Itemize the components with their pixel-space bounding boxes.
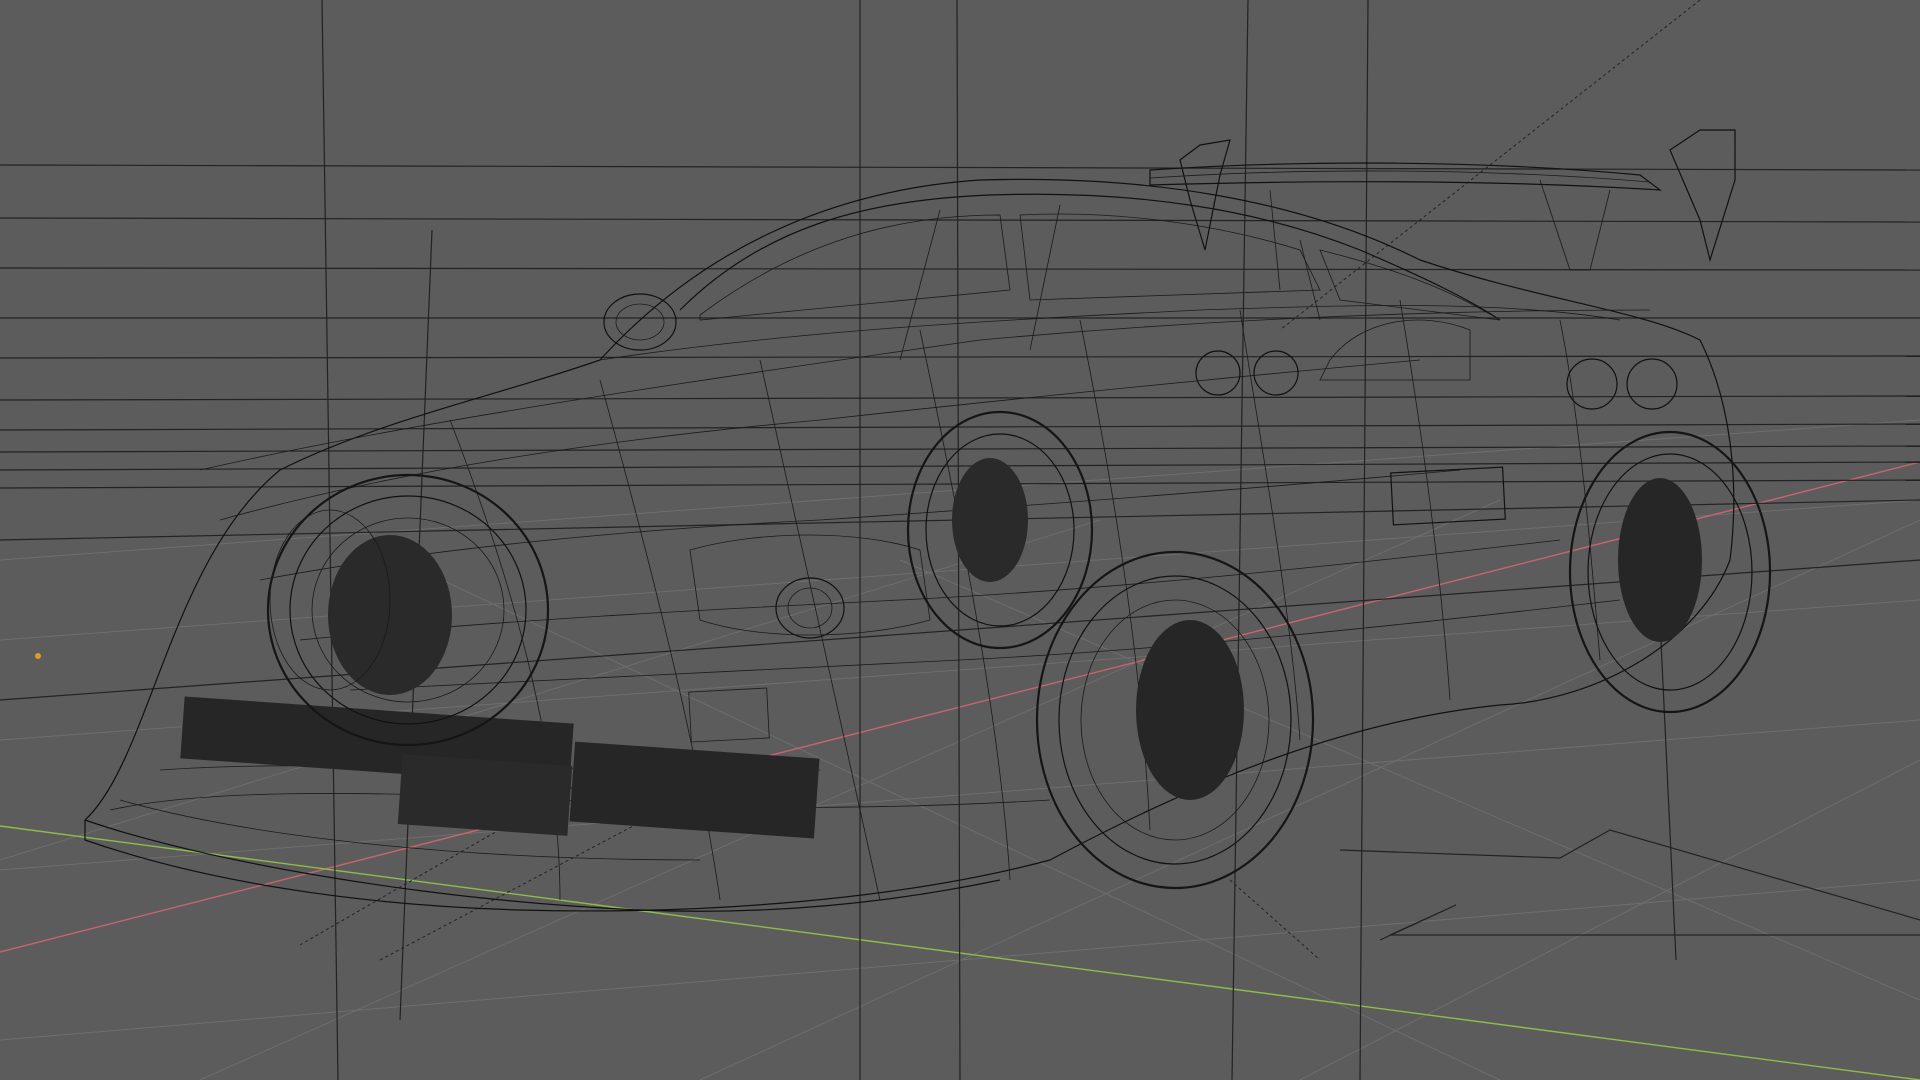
viewport-canvas[interactable] bbox=[0, 0, 1920, 1080]
light-origin-marker[interactable] bbox=[35, 653, 41, 659]
3d-viewport[interactable] bbox=[0, 0, 1920, 1080]
